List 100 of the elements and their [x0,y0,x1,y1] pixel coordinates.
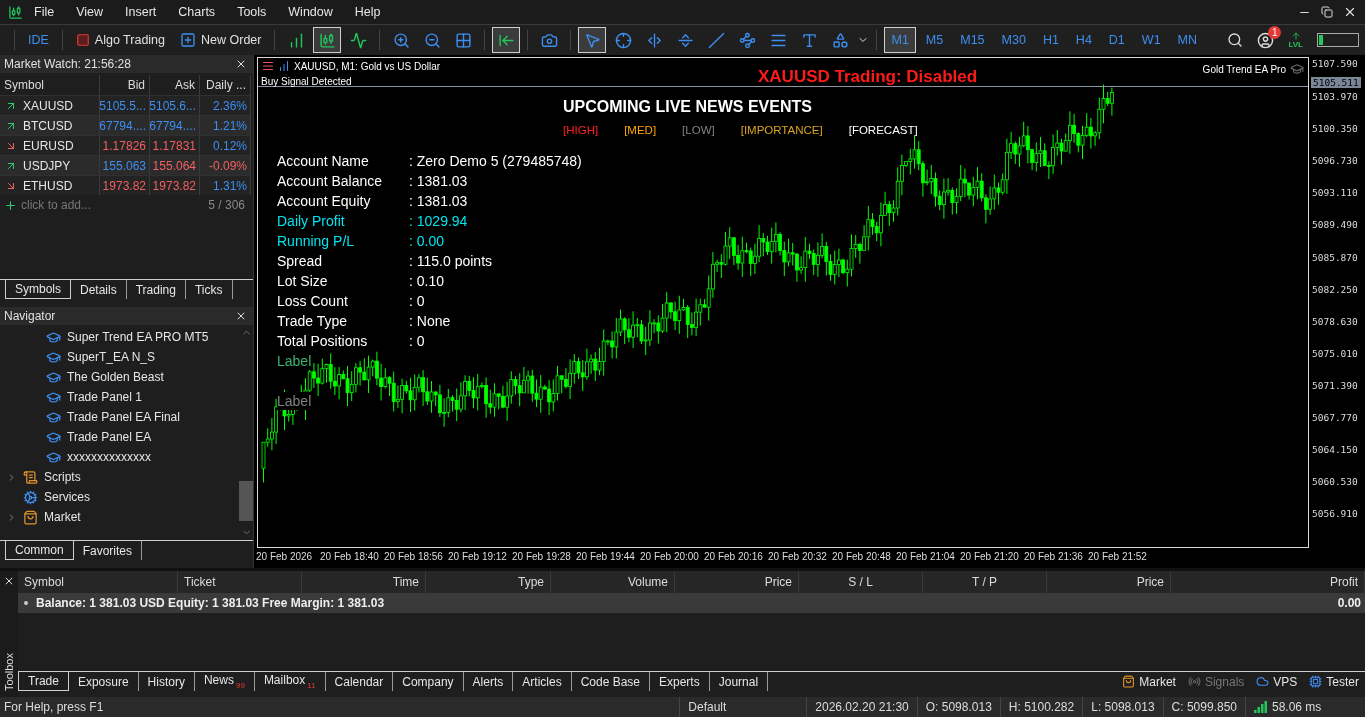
bar-chart-icon[interactable] [278,60,290,72]
timeframe-button[interactable]: H1 [1035,27,1066,53]
ask-cell: 5105.6... [150,95,200,115]
timeframe-button[interactable]: M15 [953,27,992,53]
panel-tab[interactable]: Common [5,541,74,560]
tree-item[interactable]: The Golden Beast [0,367,239,387]
timeframe-button[interactable]: M30 [994,27,1033,53]
menu-item[interactable]: View [65,5,115,19]
timeframe-button[interactable]: D1 [1101,27,1132,53]
open-price: O: 5098.013 [916,697,1000,717]
symbol-cell[interactable]: ETHUSD [0,175,100,195]
symbol-cell[interactable]: XAUUSD [0,95,100,115]
tree-item[interactable]: Trade Panel EA [0,427,239,447]
new-order-button[interactable]: New Order [174,27,268,53]
tree-item[interactable]: Market [0,507,239,527]
tree-item[interactable]: SuperT_EA N_S [0,347,239,367]
menu-item[interactable]: Insert [114,5,168,19]
notification-badge: 1 [1267,25,1282,39]
timeframe-button[interactable]: MN [1170,27,1205,53]
footer-link[interactable]: Tester [1309,674,1359,689]
add-symbol-field[interactable]: click to add... [21,198,92,212]
panel-tab[interactable]: Ticks [185,280,233,299]
account-value: : 0 [409,332,426,350]
search-icon[interactable] [1227,32,1244,48]
ask-cell: 155.064 [150,155,200,175]
price-label: 5107.590 [1312,58,1358,69]
legend-label: [MED] [624,124,657,136]
close-icon[interactable] [3,575,15,587]
panel-tab[interactable]: Favorites [73,541,143,560]
time-label: 20 Feb 19:44 [576,550,636,562]
tree-item[interactable]: Services [0,487,239,507]
cursor-button[interactable] [578,27,607,53]
panel-tab[interactable]: Symbols [5,280,71,299]
candlestick-button[interactable] [313,27,342,53]
toolbox-tab[interactable]: Articles [513,672,572,691]
trading-status: XAUUSD Trading: Disabled [758,67,978,87]
footer-link[interactable]: Market [1122,674,1176,689]
restore-icon[interactable] [1321,6,1333,18]
toolbox-tab[interactable]: History [138,672,195,691]
scroll-thumb[interactable] [239,481,253,521]
menu-item[interactable]: File [23,5,66,19]
toolbox-tab[interactable]: Calendar [325,672,394,691]
level-label: LVL [1288,41,1303,49]
toolbox-tab[interactable]: Experts [650,672,710,691]
price-label: 5096.730 [1312,155,1358,167]
timeframe-button[interactable]: W1 [1134,27,1168,53]
timeframe-button[interactable]: H4 [1068,27,1099,53]
graduation-cap-icon [46,329,61,345]
menu-icon[interactable] [262,60,274,72]
signal-bars-icon [1254,701,1268,713]
toolbox-tab[interactable]: Trade [18,672,69,691]
symbol-label: BTCUSD [23,118,73,133]
close-icon[interactable] [235,58,247,70]
legend-label: [HIGH] [563,124,599,136]
account-label: Total Positions [277,332,369,350]
expert-name: Gold Trend EA Pro [1202,63,1286,75]
balance-text: Balance: 1 381.03 USD Equity: 1 381.03 Free Margin: 1 381.03 [36,596,385,610]
low-price: L: 5098.013 [1082,697,1163,717]
toolbox-tab[interactable]: Company [393,672,464,691]
close-icon[interactable] [1343,5,1357,19]
algo-trading-button[interactable]: Algo Trading [69,27,172,53]
panel-tab[interactable]: Trading [126,280,186,299]
menu-item[interactable]: Tools [226,5,278,19]
toolbox-tab[interactable]: Alerts [463,672,514,691]
footer-link[interactable]: VPS [1256,674,1298,689]
menu-item[interactable]: Charts [167,5,227,19]
bar-time: 2026.02.20 21:30 [806,697,917,717]
account-value: : 0.10 [409,272,446,290]
timeframe-button[interactable]: M5 [918,27,951,53]
menu-item[interactable]: Help [343,5,392,19]
zoom-out-icon [423,31,441,49]
symbol-cell[interactable]: EURUSD [0,135,100,155]
symbol-cell[interactable]: BTCUSD [0,115,100,135]
legend-label: [LOW] [682,124,715,136]
panel-tab[interactable]: Details [71,280,127,299]
tree-item[interactable]: Super Trend EA PRO MT5 [0,327,239,347]
close-icon[interactable] [235,310,247,322]
toolbox-tab[interactable]: Exposure [68,672,139,691]
toolbox-tab[interactable]: Code Base [571,672,650,691]
shopping-bag-icon [1122,675,1136,688]
symbol-count: 5 / 306 [208,198,245,212]
tree-item[interactable]: xxxxxxxxxxxxxx [0,447,239,467]
plus-icon[interactable] [4,198,17,212]
signal-text: Buy Signal Detected [261,76,352,87]
chip-icon [1309,675,1323,688]
expert-label: Trade Panel 1 [67,390,142,404]
tree-item[interactable]: Scripts [0,467,239,487]
tree-item[interactable]: Trade Panel 1 [0,387,239,407]
close-price: C: 5099.850 [1162,697,1245,717]
symbol-cell[interactable]: USDJPY [0,155,100,175]
graduation-cap-icon [46,389,61,405]
ide-button[interactable]: IDE [22,27,55,53]
menu-item[interactable]: Window [277,5,344,19]
arrow-to-line-button[interactable] [492,27,521,53]
nodes-icon [738,31,756,49]
tree-item[interactable]: Trade Panel EA Final [0,407,239,427]
price-label: 5060.530 [1312,476,1358,488]
account-label: Spread [277,252,324,270]
toolbox-tab[interactable]: Journal [709,672,769,691]
account-value: : Zero Demo 5 (279485748) [409,152,582,170]
